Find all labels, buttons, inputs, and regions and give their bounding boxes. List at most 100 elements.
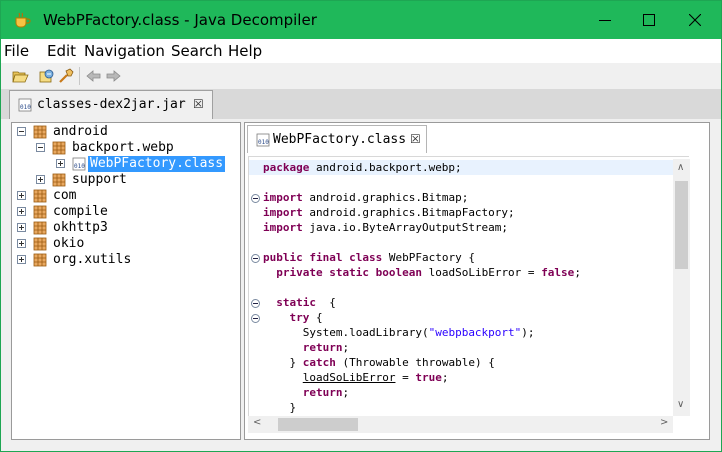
code-line-1: package android.backport.webp; (249, 160, 689, 175)
expand-icon[interactable] (17, 255, 26, 264)
package-tree: android backport.webp 010 WebPFactory.cl… (11, 122, 241, 440)
package-icon (33, 125, 47, 139)
code-text: import android.graphics.BitmapFactory; (263, 206, 515, 219)
forward-arrow-icon[interactable] (105, 68, 122, 84)
expand-icon[interactable] (17, 191, 26, 200)
expand-icon[interactable] (17, 239, 26, 248)
fold-icon[interactable] (251, 299, 260, 308)
svg-text:010: 010 (20, 104, 31, 111)
fold-icon[interactable] (251, 194, 260, 203)
tree-node-label: WebPFactory.class (88, 156, 226, 172)
main-tab-bar: 010 classes-dex2jar.jar ☒ (1, 89, 721, 119)
code-line-10: static { (263, 295, 336, 310)
code-line-3: import android.graphics.Bitmap; (263, 190, 468, 205)
scroll-up-icon[interactable]: ∧ (677, 162, 684, 173)
scroll-right-icon[interactable]: > (660, 417, 668, 428)
close-button[interactable] (672, 1, 718, 39)
code-text: import android.graphics.Bitmap; (263, 191, 469, 204)
menu-bar: File Edit Navigation Search Help (1, 39, 721, 63)
editor-tab-bar: 010 WebPFactory.class ☒ (245, 123, 709, 153)
code-line-11: try { (263, 310, 323, 325)
vertical-scrollbar[interactable]: ∧ ∨ (673, 159, 690, 416)
code-text: try { (289, 311, 323, 324)
class-file-icon: 010 (256, 133, 270, 147)
vertical-scroll-thumb[interactable] (675, 181, 688, 269)
coffee-cup-icon (15, 12, 31, 28)
collapse-icon[interactable] (17, 127, 26, 136)
code-text: } (263, 401, 297, 414)
open-type-icon[interactable] (38, 68, 55, 84)
code-line-17: } (263, 400, 296, 415)
tree-node-label: org.xutils (53, 252, 132, 267)
maximize-icon (643, 14, 655, 26)
tree-node-label: android (53, 124, 108, 139)
editor-tab-label: WebPFactory.class (273, 132, 407, 147)
code-view[interactable]: package android.backport.webp; import an… (248, 156, 689, 416)
minimize-icon (599, 20, 611, 21)
code-line-12: System.loadLibrary("webpbackport"); (263, 325, 535, 340)
tree-node-label: okhttp3 (53, 220, 108, 235)
expand-icon[interactable] (17, 223, 26, 232)
fold-icon[interactable] (251, 254, 260, 263)
window-title: WebPFactory.class - Java Decompiler (43, 11, 317, 29)
code-text: public final class WebPFactory { (263, 251, 475, 264)
code-text: private static boolean loadSoLibError = … (276, 266, 581, 279)
horizontal-scrollbar[interactable]: < > (248, 416, 673, 433)
menu-search[interactable]: Search (171, 42, 223, 60)
tab-classes-jar[interactable]: 010 classes-dex2jar.jar ☒ (9, 90, 213, 119)
package-icon (52, 141, 66, 155)
code-text: return; (302, 386, 350, 399)
open-file-icon[interactable] (12, 68, 29, 84)
back-arrow-icon[interactable] (85, 68, 102, 84)
package-icon (33, 205, 47, 219)
package-icon (33, 221, 47, 235)
minimize-button[interactable] (582, 1, 628, 39)
package-icon (33, 253, 47, 267)
tree-node-label: okio (53, 236, 85, 251)
tab-label: classes-dex2jar.jar (37, 97, 186, 112)
svg-text:010: 010 (258, 139, 269, 146)
package-icon (33, 189, 47, 203)
toolbar (1, 63, 721, 89)
code-line-16: return; (263, 385, 349, 400)
maximize-button[interactable] (626, 1, 672, 39)
expand-icon[interactable] (56, 159, 65, 168)
editor-tab-close-icon[interactable]: ☒ (410, 132, 421, 146)
app-window: WebPFactory.class - Java Decompiler File… (0, 0, 722, 452)
code-text: import java.io.ByteArrayOutputStream; (263, 221, 509, 234)
code-line-15: loadSoLibError = true; (263, 370, 449, 385)
code-text: loadSoLibError = true; (302, 371, 449, 384)
package-icon (33, 237, 47, 251)
collapse-icon[interactable] (36, 143, 45, 152)
menu-help[interactable]: Help (228, 42, 262, 60)
search-icon[interactable] (58, 68, 75, 84)
class-file-icon: 010 (72, 157, 86, 171)
tree-node-label: support (72, 172, 127, 187)
expand-icon[interactable] (17, 207, 26, 216)
jar-icon: 010 (18, 98, 32, 112)
tab-webpfactory-class[interactable]: 010 WebPFactory.class ☒ (247, 125, 427, 153)
code-text: } catch (Throwable throwable) { (263, 356, 495, 369)
code-text: return; (302, 341, 350, 354)
fold-icon[interactable] (251, 314, 260, 323)
scroll-down-icon[interactable]: ∨ (677, 399, 684, 410)
tab-close-icon[interactable]: ☒ (193, 97, 204, 111)
scroll-left-icon[interactable]: < (253, 417, 261, 428)
code-line-13: return; (263, 340, 349, 355)
tree-node-label: compile (53, 204, 108, 219)
package-icon (52, 173, 66, 187)
expand-icon[interactable] (36, 175, 45, 184)
code-text: static { (276, 296, 336, 309)
code-keyword: package android.backport.webp; (263, 161, 462, 174)
svg-text:010: 010 (74, 163, 85, 170)
code-line-4: import android.graphics.BitmapFactory; (263, 205, 515, 220)
editor-panel: 010 WebPFactory.class ☒ package android.… (244, 122, 710, 440)
title-bar[interactable]: WebPFactory.class - Java Decompiler (1, 1, 721, 39)
tree-node-label: backport.webp (72, 140, 174, 155)
horizontal-scroll-thumb[interactable] (278, 418, 358, 431)
code-line-14: } catch (Throwable throwable) { (263, 355, 495, 370)
menu-navigation[interactable]: Navigation (84, 42, 165, 60)
menu-edit[interactable]: Edit (47, 42, 76, 60)
tree-node-label: com (53, 188, 77, 203)
menu-file[interactable]: File (4, 42, 29, 60)
